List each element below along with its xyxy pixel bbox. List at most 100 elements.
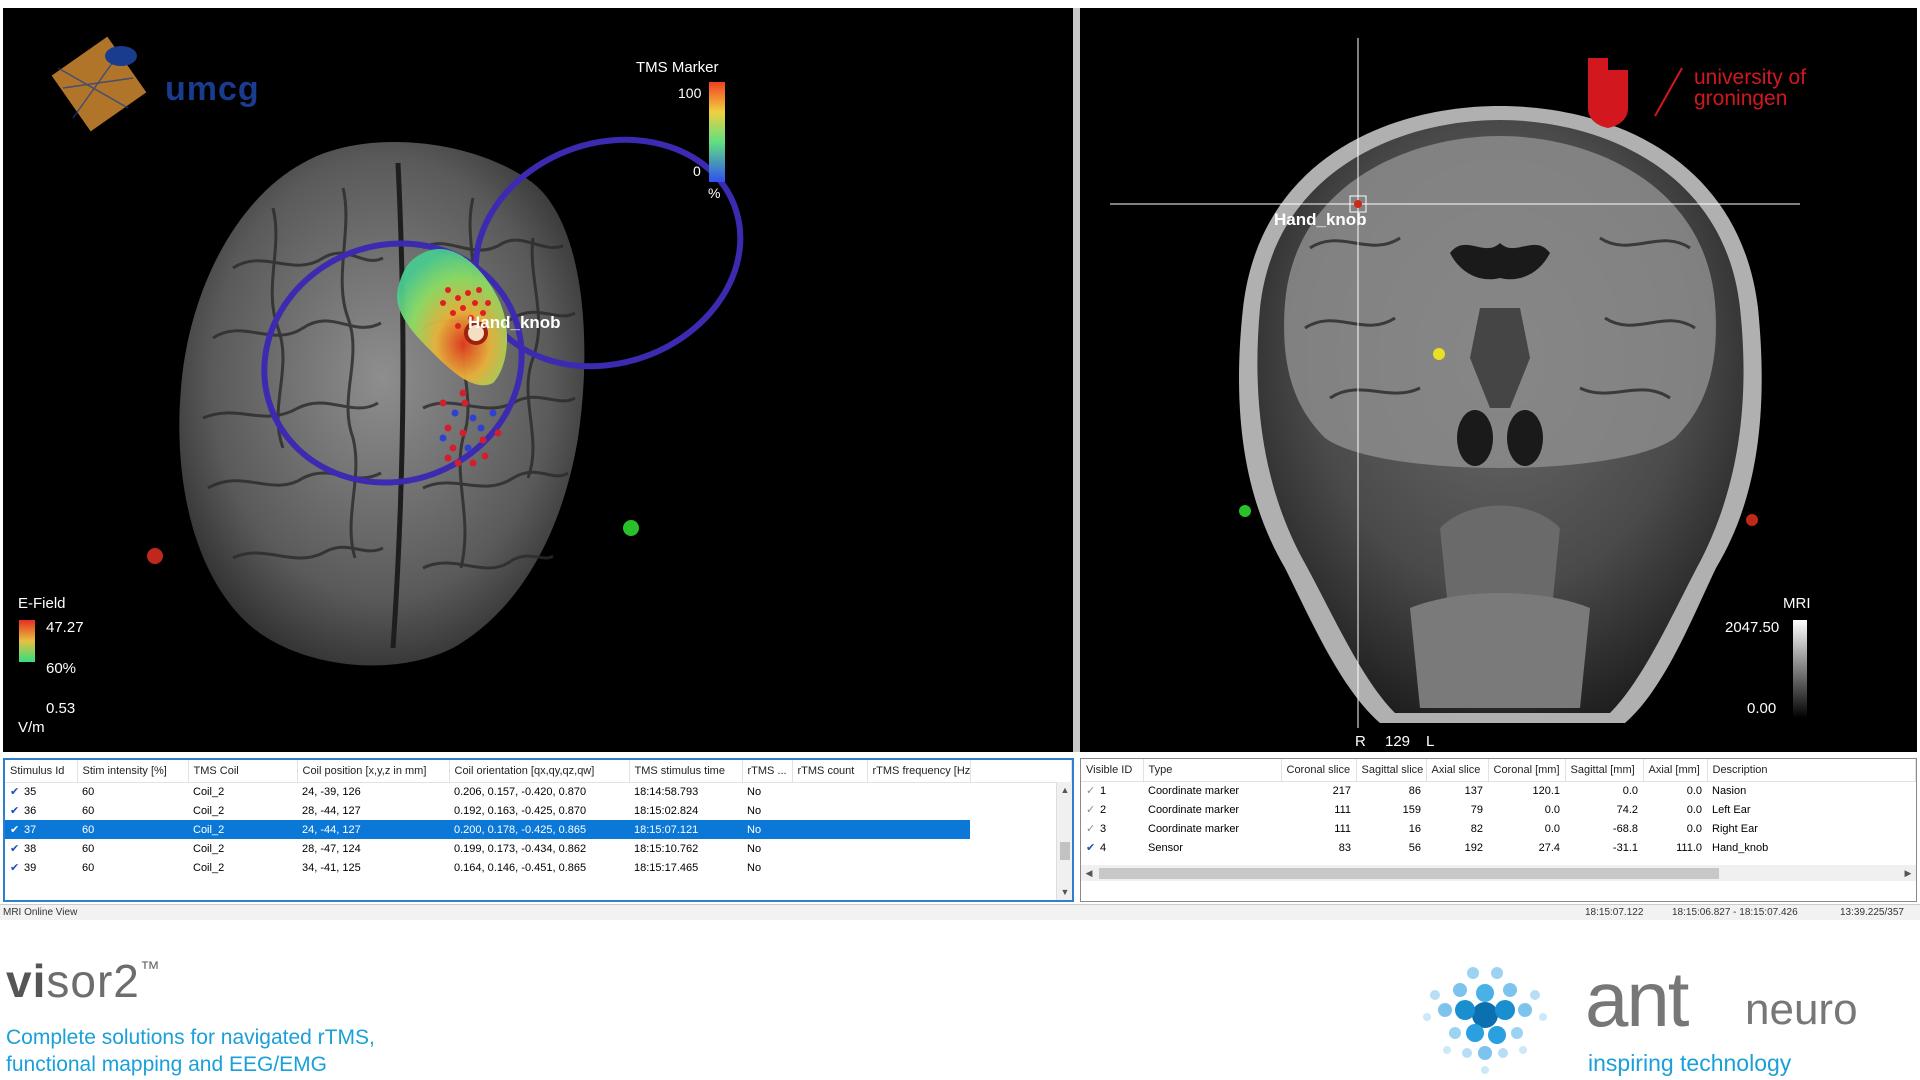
marker-table-hscroll[interactable]: ◀ ▶ xyxy=(1081,865,1916,881)
scroll-thumb[interactable] xyxy=(1099,868,1719,879)
svg-text:TMS Marker: TMS Marker xyxy=(636,59,719,76)
status-time-range: 18:15:06.827 - 18:15:07.426 xyxy=(1672,907,1798,918)
svg-text:129: 129 xyxy=(1385,733,1410,750)
svg-text:MRI: MRI xyxy=(1783,595,1811,612)
scroll-down-icon[interactable]: ▼ xyxy=(1057,884,1072,900)
scroll-up-icon[interactable]: ▲ xyxy=(1057,782,1072,798)
col-axial-slice[interactable]: Axial slice xyxy=(1426,759,1489,782)
table-row[interactable]: ✓ 3 Coordinate marker 111 16 82 0.0 -68.8… xyxy=(1081,819,1916,838)
mri-target-label: Hand_knob xyxy=(1274,210,1367,229)
col-axial-mm[interactable]: Axial [mm] xyxy=(1643,759,1708,782)
target-label: Hand_knob xyxy=(468,313,561,332)
stimulus-table[interactable]: Stimulus Id Stim intensity [%] TMS Coil … xyxy=(5,760,1072,877)
visible-check-icon[interactable]: ✔ xyxy=(10,861,24,874)
col-description[interactable]: Description xyxy=(1707,759,1916,782)
col-coronal-slice[interactable]: Coronal slice xyxy=(1281,759,1357,782)
svg-text:0.53: 0.53 xyxy=(46,700,75,717)
col-rtms-frequency[interactable]: rTMS frequency [Hz] xyxy=(867,760,971,783)
landmark-right-ear[interactable] xyxy=(147,548,163,564)
stimulus-table-panel[interactable]: Stimulus Id Stim intensity [%] TMS Coil … xyxy=(3,758,1074,902)
svg-text:groningen: groningen xyxy=(1694,87,1787,110)
col-sagittal-mm[interactable]: Sagittal [mm] xyxy=(1565,759,1644,782)
mri-marker-right-ear[interactable] xyxy=(1239,505,1251,517)
col-stimulus-time[interactable]: TMS stimulus time xyxy=(629,760,743,783)
svg-text:2047.50: 2047.50 xyxy=(1725,619,1779,636)
stimulus-table-vscroll[interactable]: ▲ ▼ xyxy=(1056,782,1072,900)
status-clock: 13:39.225/357 xyxy=(1840,907,1904,918)
visible-check-icon[interactable]: ✔ xyxy=(1086,841,1100,854)
table-row[interactable]: ✔ 35 60 Coil_2 24, -39, 126 0.206, 0.157,… xyxy=(5,782,1072,801)
svg-text:100: 100 xyxy=(678,85,702,101)
col-tms-coil[interactable]: TMS Coil xyxy=(188,760,298,783)
mri-head-slice xyxy=(1239,106,1762,723)
svg-text:60%: 60% xyxy=(46,660,76,677)
svg-text:L: L xyxy=(1426,733,1434,750)
product-name: visor2™ xyxy=(6,955,161,1007)
visible-check-icon[interactable]: ✔ xyxy=(10,842,24,855)
tms-marker-legend: TMS Marker 100 0 % xyxy=(636,59,725,201)
table-row[interactable]: ✓ 2 Coordinate marker 111 159 79 0.0 74.2… xyxy=(1081,800,1916,819)
svg-text:0: 0 xyxy=(693,163,701,179)
ant-neuro-logo-dots-icon xyxy=(1423,967,1547,1074)
svg-text:umcg: umcg xyxy=(165,70,260,108)
scroll-left-icon[interactable]: ◀ xyxy=(1081,865,1097,881)
col-type[interactable]: Type xyxy=(1143,759,1282,782)
mri-canvas[interactable]: Hand_knob university of groningen MRI 20… xyxy=(1080,8,1917,752)
table-row-selected[interactable]: ✔ 37 60 Coil_2 24, -44, 127 0.200, 0.178,… xyxy=(5,820,1072,839)
visible-check-icon[interactable]: ✓ xyxy=(1086,784,1100,797)
stimulus-table-header: Stimulus Id Stim intensity [%] TMS Coil … xyxy=(5,760,1072,783)
company-name-ant: ant xyxy=(1585,955,1689,1043)
visible-check-icon[interactable]: ✔ xyxy=(10,823,24,836)
table-row[interactable]: ✔ 4 Sensor 83 56 192 27.4 -31.1 111.0 Han… xyxy=(1081,838,1916,857)
svg-text:%: % xyxy=(708,185,720,201)
col-stimulus-id[interactable]: Stimulus Id xyxy=(5,760,78,783)
svg-text:0.00: 0.00 xyxy=(1747,700,1776,717)
col-rtms-count[interactable]: rTMS count xyxy=(792,760,868,783)
product-tagline: Complete solutions for navigated rTMS, f… xyxy=(6,1026,375,1076)
table-row[interactable]: ✔ 36 60 Coil_2 28, -44, 127 0.192, 0.163,… xyxy=(5,801,1072,820)
visible-check-icon[interactable]: ✓ xyxy=(1086,803,1100,816)
svg-text:47.27: 47.27 xyxy=(46,619,84,636)
col-coronal-mm[interactable]: Coronal [mm] xyxy=(1488,759,1566,782)
col-sagittal-slice[interactable]: Sagittal slice xyxy=(1356,759,1427,782)
svg-text:R: R xyxy=(1355,733,1366,750)
mri-marker-left-ear[interactable] xyxy=(1746,514,1758,526)
scroll-right-icon[interactable]: ▶ xyxy=(1900,865,1916,881)
status-view-name: MRI Online View xyxy=(3,907,78,918)
col-rtms[interactable]: rTMS ... xyxy=(742,760,793,783)
mri-scale-legend: MRI 2047.50 0.00 xyxy=(1725,595,1811,718)
table-row[interactable]: ✔ 39 60 Coil_2 34, -41, 125 0.164, 0.146,… xyxy=(5,858,1072,877)
branding-footer: visor2™ Complete solutions for navigated… xyxy=(0,920,1920,1080)
app-frame: Hand_knob umcg TMS Marker 100 0 % E-Fiel… xyxy=(0,0,1920,1080)
table-row[interactable]: ✔ 38 60 Coil_2 28, -47, 124 0.199, 0.173,… xyxy=(5,839,1072,858)
col-coil-orientation[interactable]: Coil orientation [qx,qy,qz,qw] xyxy=(449,760,630,783)
col-stim-intensity[interactable]: Stim intensity [%] xyxy=(77,760,189,783)
slice-readout: R 129 L xyxy=(1348,728,1466,752)
efield-legend: E-Field 47.27 60% 0.53 V/m xyxy=(18,595,84,736)
svg-text:university of: university of xyxy=(1694,66,1806,89)
brain-surface xyxy=(179,141,585,666)
marker-table[interactable]: Visible ID Type Coronal slice Sagittal s… xyxy=(1081,759,1916,857)
mri-slice-view[interactable]: Hand_knob university of groningen MRI 20… xyxy=(1080,8,1917,752)
rug-logo: university of groningen xyxy=(1588,58,1806,128)
visible-check-icon[interactable]: ✔ xyxy=(10,785,24,798)
col-coil-position[interactable]: Coil position [x,y,z in mm] xyxy=(297,760,450,783)
col-filler xyxy=(970,760,1072,783)
status-bar: MRI Online View 18:15:07.122 18:15:06.82… xyxy=(0,904,1920,920)
umcg-logo: umcg xyxy=(51,36,260,132)
svg-text:V/m: V/m xyxy=(18,719,45,736)
visible-check-icon[interactable]: ✓ xyxy=(1086,822,1100,835)
mri-marker-center[interactable] xyxy=(1433,348,1445,360)
marker-table-header: Visible ID Type Coronal slice Sagittal s… xyxy=(1081,759,1916,782)
brain-3d-view[interactable]: Hand_knob umcg TMS Marker 100 0 % E-Fiel… xyxy=(3,8,1073,752)
col-visible-id[interactable]: Visible ID xyxy=(1081,759,1144,782)
marker-table-panel[interactable]: Visible ID Type Coronal slice Sagittal s… xyxy=(1080,758,1917,902)
scroll-thumb[interactable] xyxy=(1060,842,1070,860)
view-splitter[interactable] xyxy=(1073,8,1080,752)
landmark-left-ear[interactable] xyxy=(623,520,639,536)
company-name-neuro: neuro xyxy=(1745,985,1858,1034)
visible-check-icon[interactable]: ✔ xyxy=(10,804,24,817)
table-row[interactable]: ✓ 1 Coordinate marker 217 86 137 120.1 0.… xyxy=(1081,781,1916,800)
status-time: 18:15:07.122 xyxy=(1585,907,1644,918)
brain-3d-canvas[interactable]: Hand_knob umcg TMS Marker 100 0 % E-Fiel… xyxy=(3,8,1073,752)
